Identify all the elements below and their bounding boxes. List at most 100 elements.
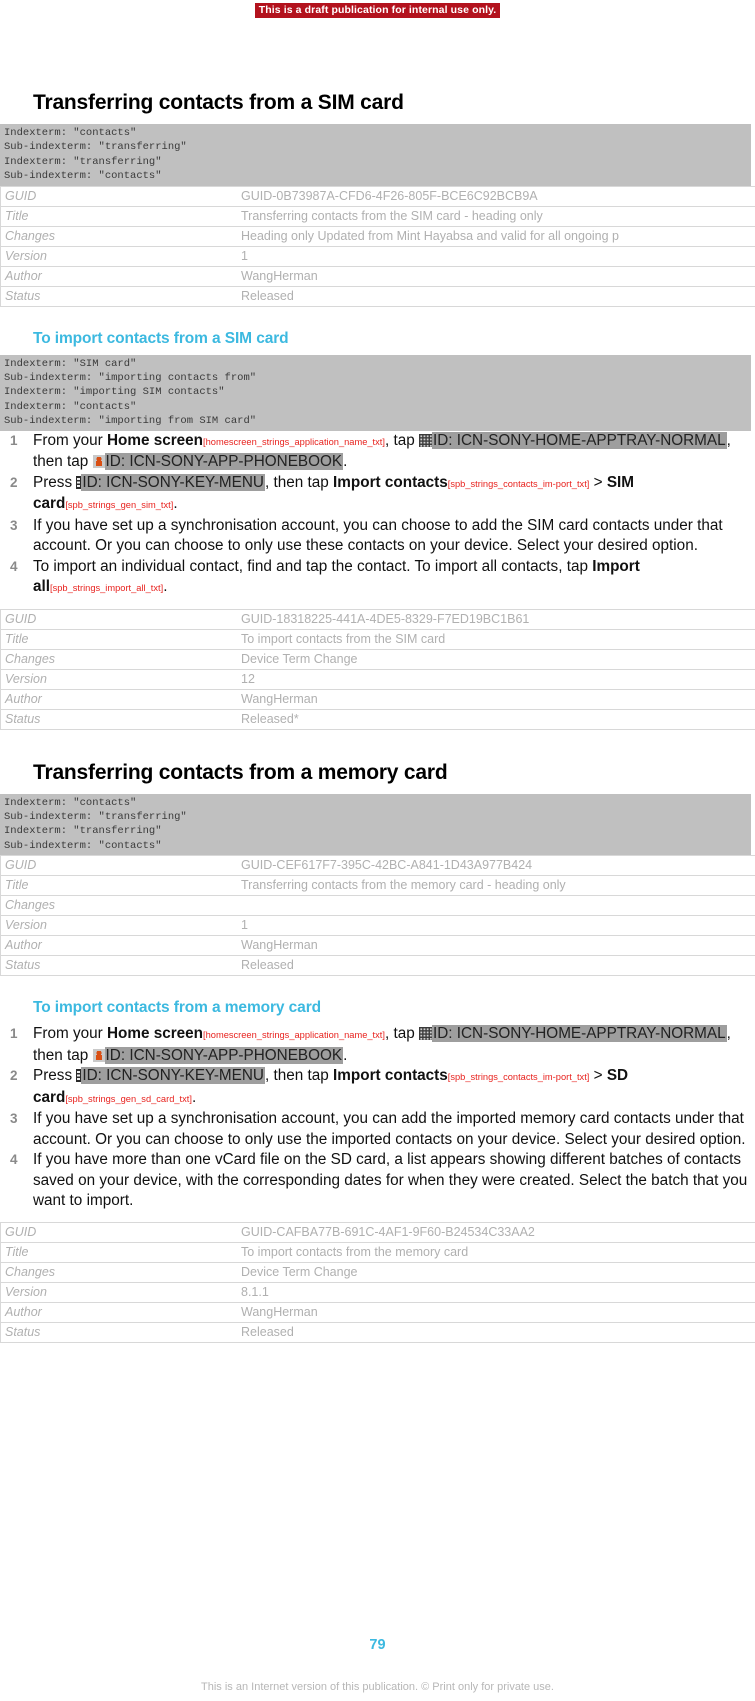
- phonebook-icon: [92, 1048, 105, 1062]
- step-text-part: Press: [33, 1067, 77, 1085]
- page-number: 79: [369, 1637, 386, 1653]
- table-row: Version 8.1.1: [0, 1282, 755, 1303]
- indexterm-block-import-sim: Indexterm: "SIM card" Sub-indexterm: "im…: [0, 354, 751, 431]
- meta-label-changes: Changes: [0, 649, 237, 670]
- string-id-sd-card: [spb_strings_gen_sd_card_txt]: [65, 1093, 192, 1104]
- meta-label-title: Title: [0, 875, 237, 897]
- meta-value-title: To import contacts from the memory card: [237, 1242, 755, 1263]
- step-text-part: , then tap: [264, 473, 334, 491]
- meta-value-status: Released: [237, 286, 755, 307]
- step-number: 3: [10, 1111, 18, 1127]
- step-text-part: .: [163, 578, 168, 596]
- string-id-import-contacts: [spb_strings_contacts_im-port_txt]: [447, 478, 590, 489]
- meta-value-title: Transferring contacts from the memory ca…: [237, 875, 755, 897]
- table-row: Author WangHerman: [0, 266, 755, 287]
- meta-value-title: To import contacts from the SIM card: [237, 629, 755, 650]
- step-number: 2: [10, 474, 18, 490]
- table-row: Changes Device Term Change: [0, 649, 755, 670]
- table-row: Title To import contacts from the memory…: [0, 1242, 755, 1263]
- meta-label-status: Status: [0, 955, 237, 977]
- meta-value-changes: Device Term Change: [237, 1262, 755, 1283]
- meta-value-changes: [237, 895, 755, 917]
- draft-banner-container: This is a draft publication for internal…: [0, 0, 755, 18]
- step-text-part: .: [343, 1046, 348, 1064]
- meta-label-version: Version: [0, 1282, 237, 1303]
- step-text: If you have set up a synchronisation acc…: [33, 516, 723, 555]
- string-id-homescreen: [homescreen_strings_application_name_txt…: [203, 436, 385, 447]
- icon-id-phonebook: ID: ICN-SONY-APP-PHONEBOOK: [104, 1046, 344, 1064]
- step-number: 4: [10, 558, 18, 574]
- table-row: Author WangHerman: [0, 935, 755, 957]
- meta-value-author: WangHerman: [237, 935, 755, 957]
- meta-label-author: Author: [0, 689, 237, 710]
- step-text-part: From your: [33, 1025, 107, 1043]
- table-row: Status Released: [0, 955, 755, 977]
- meta-value-changes: Device Term Change: [237, 649, 755, 670]
- draft-notice-banner: This is a draft publication for internal…: [254, 3, 501, 18]
- meta-value-status: Released: [237, 955, 755, 977]
- meta-value-author: WangHerman: [237, 1302, 755, 1323]
- table-row: Title Transferring contacts from the mem…: [0, 875, 755, 897]
- list-item: 4 To import an individual contact, find …: [0, 557, 755, 599]
- metadata-table-import-memory: GUID GUID-CAFBA77B-691C-4AF1-9F60-B24534…: [0, 1221, 755, 1343]
- step-number: 4: [10, 1152, 18, 1168]
- icon-id-phonebook: ID: ICN-SONY-APP-PHONEBOOK: [104, 453, 344, 471]
- ui-term-home-screen: Home screen: [106, 431, 204, 449]
- step-text-part: .: [343, 453, 348, 471]
- string-id-sim-card: [spb_strings_gen_sim_txt]: [65, 500, 174, 511]
- metadata-table-import-sim: GUID GUID-18318225-441A-4DE5-8329-F7ED19…: [0, 608, 755, 730]
- table-row: Status Released*: [0, 709, 755, 730]
- string-id-import-all: [spb_strings_import_all_txt]: [50, 583, 164, 594]
- step-number: 3: [10, 517, 18, 533]
- table-row: Title Transferring contacts from the SIM…: [0, 206, 755, 227]
- step-text-part: To import an individual contact, find an…: [33, 557, 593, 575]
- list-item: 4 If you have more than one vCard file o…: [0, 1150, 755, 1212]
- step-number: 2: [10, 1068, 18, 1084]
- list-item: 2 Press ID: ICN-SONY-KEY-MENU, then tap …: [0, 473, 755, 516]
- step-text-part: >: [589, 473, 607, 491]
- step-text-part: .: [191, 1088, 197, 1106]
- step-text-part: , tap: [384, 431, 419, 449]
- meta-value-version: 8.1.1: [237, 1282, 755, 1303]
- metadata-table-memory-transfer: GUID GUID-CEF617F7-395C-42BC-A841-1D43A9…: [0, 855, 755, 977]
- string-id-homescreen: [homescreen_strings_application_name_txt…: [203, 1030, 385, 1041]
- meta-label-status: Status: [0, 709, 237, 730]
- apptray-icon: [418, 1027, 432, 1041]
- step-text-part: .: [173, 495, 178, 513]
- table-row: Status Released: [0, 1322, 755, 1343]
- meta-value-guid: GUID-0B73987A-CFD6-4F26-805F-BCE6C92BCB9…: [237, 185, 755, 207]
- key-menu-icon: [76, 1069, 82, 1083]
- table-row: GUID GUID-0B73987A-CFD6-4F26-805F-BCE6C9…: [0, 185, 755, 207]
- meta-value-guid: GUID-CEF617F7-395C-42BC-A841-1D43A977B42…: [237, 855, 755, 877]
- step-text-part: From your: [33, 431, 107, 449]
- step-text-part: Press: [33, 473, 77, 491]
- meta-value-version: 12: [237, 669, 755, 690]
- meta-label-title: Title: [0, 206, 237, 227]
- procedure-list-import-memory: 1 From your Home screen[homescreen_strin…: [0, 1024, 755, 1212]
- string-id-import-contacts: [spb_strings_contacts_im-port_txt]: [447, 1072, 590, 1083]
- ui-term-home-screen: Home screen: [106, 1025, 204, 1043]
- meta-label-status: Status: [0, 286, 237, 307]
- step-number: 1: [10, 432, 18, 448]
- meta-value-version: 1: [237, 915, 755, 937]
- copyright-notice: This is an Internet version of this publ…: [201, 1681, 554, 1693]
- meta-value-author: WangHerman: [237, 266, 755, 287]
- table-row: GUID GUID-CAFBA77B-691C-4AF1-9F60-B24534…: [0, 1221, 755, 1243]
- icon-id-apptray: ID: ICN-SONY-HOME-APPTRAY-NORMAL: [431, 1025, 727, 1043]
- meta-label-guid: GUID: [0, 185, 237, 207]
- meta-label-changes: Changes: [0, 895, 237, 917]
- section-heading-import-memory: To import contacts from a memory card: [33, 999, 321, 1017]
- meta-label-version: Version: [0, 915, 237, 937]
- table-row: GUID GUID-CEF617F7-395C-42BC-A841-1D43A9…: [0, 855, 755, 877]
- section-heading-transferring-sim: Transferring contacts from a SIM card: [33, 91, 404, 114]
- meta-value-version: 1: [237, 246, 755, 267]
- step-text-part: , tap: [384, 1025, 419, 1043]
- metadata-table-sim-transfer: GUID GUID-0B73987A-CFD6-4F26-805F-BCE6C9…: [0, 185, 755, 307]
- table-row: Changes: [0, 895, 755, 917]
- meta-label-status: Status: [0, 1322, 237, 1343]
- phonebook-icon: [92, 455, 105, 469]
- step-number: 1: [10, 1026, 18, 1042]
- table-row: Author WangHerman: [0, 1302, 755, 1323]
- document-page: Transferring contacts from a SIM card In…: [0, 90, 755, 1343]
- section-heading-transferring-memory: Transferring contacts from a memory card: [33, 760, 448, 784]
